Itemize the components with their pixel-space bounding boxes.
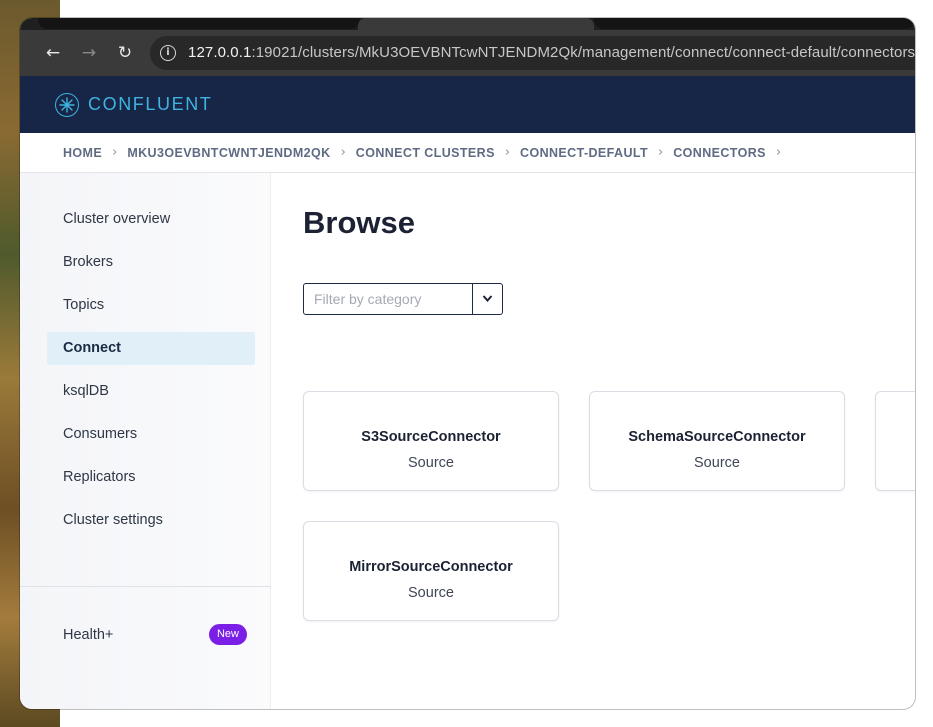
sidebar: Cluster overview Brokers Topics Connect … bbox=[20, 173, 271, 709]
filter-dropdown-button[interactable] bbox=[472, 284, 502, 314]
brand-name[interactable]: CONFLUENT bbox=[88, 94, 212, 115]
url-path: :19021/clusters/MkU3OEVBNTcwNTJENDM2Qk/m… bbox=[251, 44, 915, 61]
sidebar-item-cluster-settings[interactable]: Cluster settings bbox=[47, 504, 255, 537]
page-title: Browse bbox=[303, 205, 415, 240]
connector-name: SchemaSourceConnector bbox=[628, 429, 806, 445]
filter-input[interactable] bbox=[304, 284, 472, 314]
sidebar-item-health-plus[interactable]: Health+ bbox=[63, 627, 113, 643]
connector-type: Source bbox=[408, 455, 454, 471]
chevron-right-icon: › bbox=[504, 145, 511, 160]
info-icon[interactable]: i bbox=[160, 45, 176, 61]
breadcrumb-home[interactable]: HOME bbox=[63, 146, 102, 160]
sidebar-item-connect[interactable]: Connect bbox=[47, 332, 255, 365]
chevron-right-icon: › bbox=[658, 145, 664, 160]
forward-button[interactable]: → bbox=[77, 41, 101, 65]
arrow-right-icon: → bbox=[81, 43, 97, 63]
browser-tab[interactable] bbox=[594, 18, 915, 29]
connector-card-s3source[interactable]: S3SourceConnector Source bbox=[303, 391, 559, 491]
browser-tab[interactable] bbox=[38, 18, 360, 29]
connector-type: Source bbox=[408, 585, 454, 601]
address-bar[interactable]: i 127.0.0.1:19021/clusters/MkU3OEVBNTcwN… bbox=[150, 36, 915, 70]
sidebar-divider bbox=[20, 586, 271, 587]
sidebar-item-consumers[interactable]: Consumers bbox=[47, 418, 255, 451]
chevron-down-icon bbox=[482, 295, 493, 303]
breadcrumb: HOME › MKU3OEVBNTCWNTJENDM2QK › CONNECT … bbox=[20, 133, 915, 173]
browser-toolbar: ← → ↻ i 127.0.0.1:19021/clusters/MkU3OEV… bbox=[20, 30, 915, 76]
sidebar-item-brokers[interactable]: Brokers bbox=[47, 246, 255, 279]
sidebar-item-topics[interactable]: Topics bbox=[47, 289, 255, 322]
connector-name: MirrorSourceConnector bbox=[349, 559, 513, 575]
url-text[interactable]: 127.0.0.1:19021/clusters/MkU3OEVBNTcwNTJ… bbox=[188, 44, 915, 61]
back-button[interactable]: ← bbox=[41, 41, 65, 65]
chevron-right-icon: › bbox=[340, 145, 346, 160]
url-host: 127.0.0.1 bbox=[188, 44, 252, 61]
tab-strip bbox=[20, 18, 915, 30]
chevron-right-icon: › bbox=[775, 145, 782, 160]
browser-window: ← → ↻ i 127.0.0.1:19021/clusters/MkU3OEV… bbox=[20, 18, 915, 709]
breadcrumb-connect-clusters[interactable]: CONNECT CLUSTERS bbox=[356, 146, 495, 160]
sidebar-item-cluster-overview[interactable]: Cluster overview bbox=[47, 203, 255, 236]
connector-name: S3SourceConnector bbox=[361, 429, 501, 445]
new-badge: New bbox=[209, 624, 247, 645]
connector-card-partial[interactable] bbox=[875, 391, 915, 491]
chevron-right-icon: › bbox=[112, 145, 118, 160]
breadcrumb-connectors[interactable]: CONNECTORS bbox=[673, 146, 766, 160]
connector-card-schemasource[interactable]: SchemaSourceConnector Source bbox=[589, 391, 845, 491]
confluent-logo-icon[interactable] bbox=[55, 93, 79, 117]
connector-type: Source bbox=[694, 455, 740, 471]
connector-card-mirrorsource[interactable]: MirrorSourceConnector Source bbox=[303, 521, 559, 621]
reload-icon: ↻ bbox=[117, 43, 133, 63]
browser-tab-active[interactable] bbox=[358, 18, 594, 30]
app-header: CONFLUENT bbox=[20, 76, 915, 133]
sidebar-item-replicators[interactable]: Replicators bbox=[47, 461, 255, 494]
breadcrumb-cluster[interactable]: MKU3OEVBNTCWNTJENDM2QK bbox=[127, 146, 330, 160]
sidebar-item-ksqldb[interactable]: ksqlDB bbox=[47, 375, 255, 408]
category-filter[interactable] bbox=[303, 283, 503, 315]
arrow-left-icon: ← bbox=[45, 43, 61, 63]
breadcrumb-connect-default[interactable]: CONNECT-DEFAULT bbox=[520, 146, 648, 160]
reload-button[interactable]: ↻ bbox=[113, 41, 137, 65]
